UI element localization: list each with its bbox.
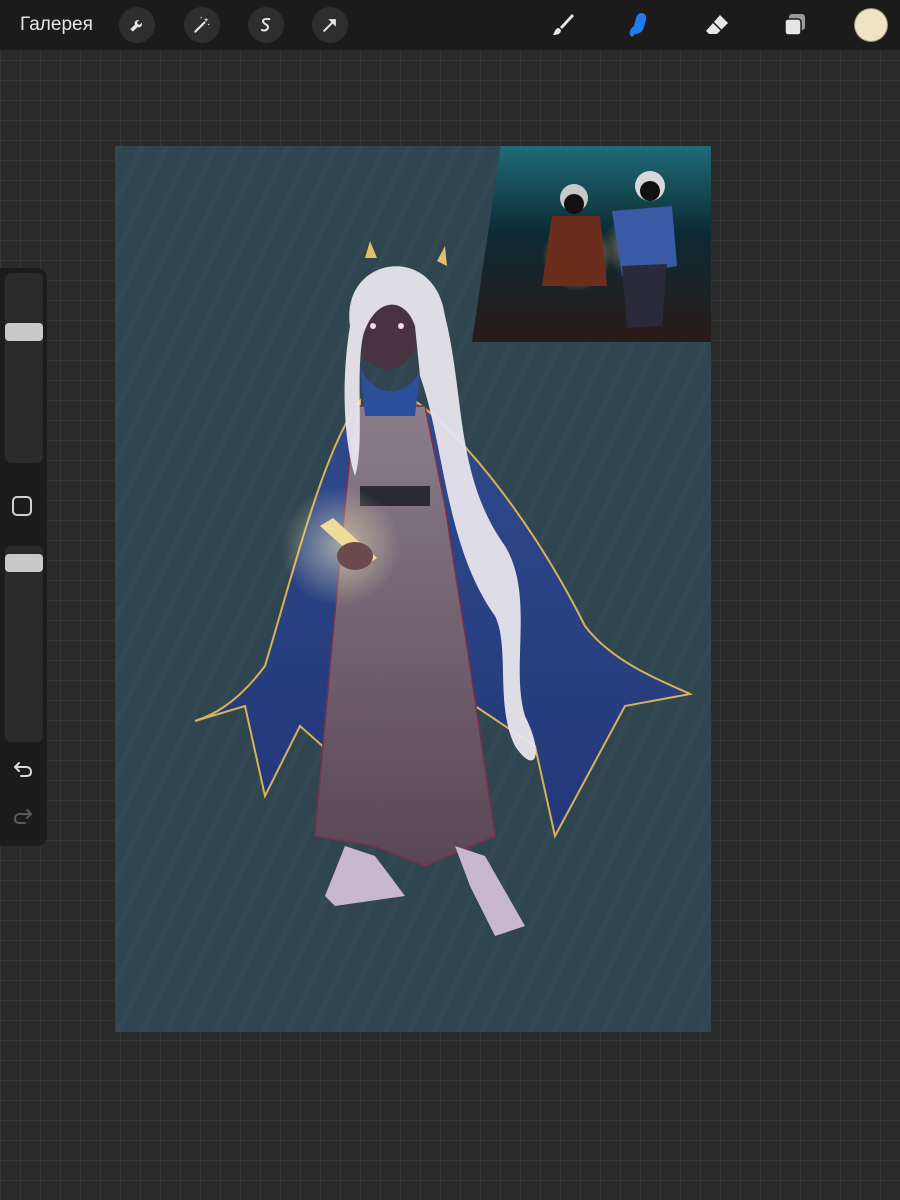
magic-wand-icon	[194, 16, 210, 33]
gallery-button[interactable]: Галерея	[20, 13, 93, 37]
selection-button[interactable]	[248, 7, 284, 43]
redo-button[interactable]	[12, 805, 34, 827]
arrow-cursor-icon	[323, 19, 336, 32]
modify-button[interactable]	[12, 496, 32, 516]
opacity-slider[interactable]	[5, 546, 43, 742]
selection-s-icon	[260, 17, 271, 32]
brush-button[interactable]	[544, 6, 582, 44]
smudge-button[interactable]	[620, 6, 658, 44]
brush-size-knob[interactable]	[5, 323, 43, 341]
adjustments-button[interactable]	[184, 7, 220, 43]
layers-button[interactable]	[776, 6, 814, 44]
side-toolbar	[0, 268, 47, 846]
opacity-knob[interactable]	[5, 554, 43, 572]
color-picker-swatch[interactable]	[854, 8, 888, 42]
reference-photo[interactable]	[472, 146, 711, 342]
wrench-icon	[130, 20, 142, 32]
top-toolbar: Галерея	[0, 0, 900, 50]
redo-arrow-icon	[13, 809, 32, 824]
eraser-icon	[706, 15, 728, 34]
layers-icon	[784, 14, 805, 36]
undo-arrow-icon	[14, 762, 33, 777]
brush-icon	[553, 14, 574, 35]
reference-scene	[472, 146, 711, 342]
eraser-button[interactable]	[698, 6, 736, 44]
transform-button[interactable]	[312, 7, 348, 43]
undo-button[interactable]	[12, 758, 34, 780]
brush-size-slider[interactable]	[5, 273, 43, 463]
smudge-finger-icon	[629, 13, 647, 37]
actions-button[interactable]	[119, 7, 155, 43]
